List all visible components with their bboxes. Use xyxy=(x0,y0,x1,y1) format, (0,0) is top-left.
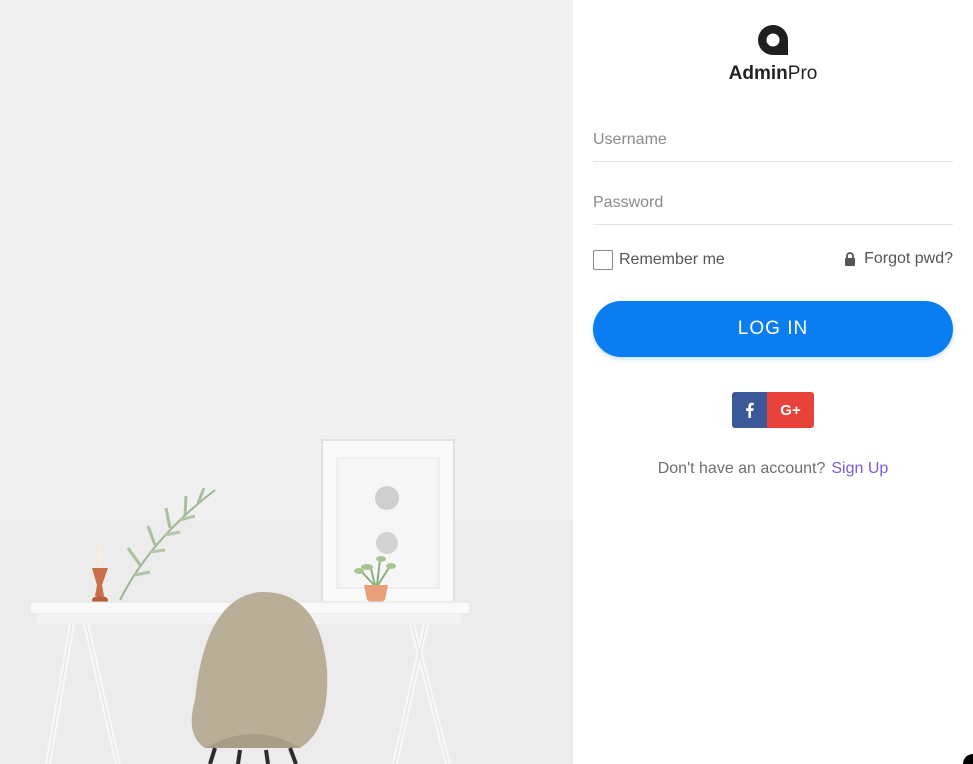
remember-me-label: Remember me xyxy=(619,251,725,268)
facebook-icon xyxy=(746,402,754,418)
forgot-password-label: Forgot pwd? xyxy=(864,250,953,267)
signup-link[interactable]: Sign Up xyxy=(831,460,888,477)
signup-prompt: Don't have an account? Sign Up xyxy=(573,460,973,478)
brand: AdminPro xyxy=(573,24,973,85)
password-field xyxy=(593,183,953,225)
brand-name-light: Pro xyxy=(787,63,818,84)
brand-logo-icon xyxy=(758,25,788,55)
google-plus-icon: G+ xyxy=(780,401,801,419)
google-plus-login-button[interactable]: G+ xyxy=(767,392,814,428)
social-login: G+ xyxy=(732,392,814,428)
remember-me-checkbox[interactable]: Remember me xyxy=(593,250,725,270)
username-input[interactable] xyxy=(593,120,953,160)
password-input[interactable] xyxy=(593,183,953,223)
hero-image xyxy=(0,0,573,764)
login-options: Remember me Forgot pwd? xyxy=(593,250,953,272)
brand-name: AdminPro xyxy=(573,63,973,85)
facebook-login-button[interactable] xyxy=(732,392,767,428)
brand-name-bold: Admin xyxy=(728,63,788,84)
username-field xyxy=(593,120,953,162)
checkbox-box[interactable] xyxy=(593,250,613,270)
picture-frame xyxy=(321,439,455,606)
desk-scene-illustration xyxy=(0,0,573,764)
forgot-password-link[interactable]: Forgot pwd? xyxy=(844,250,953,268)
signup-prompt-text: Don't have an account? xyxy=(657,460,826,477)
login-panel: AdminPro Remember me Forgot pwd? LOG IN … xyxy=(573,0,973,764)
login-button[interactable]: LOG IN xyxy=(593,301,953,357)
lock-icon xyxy=(845,252,856,266)
